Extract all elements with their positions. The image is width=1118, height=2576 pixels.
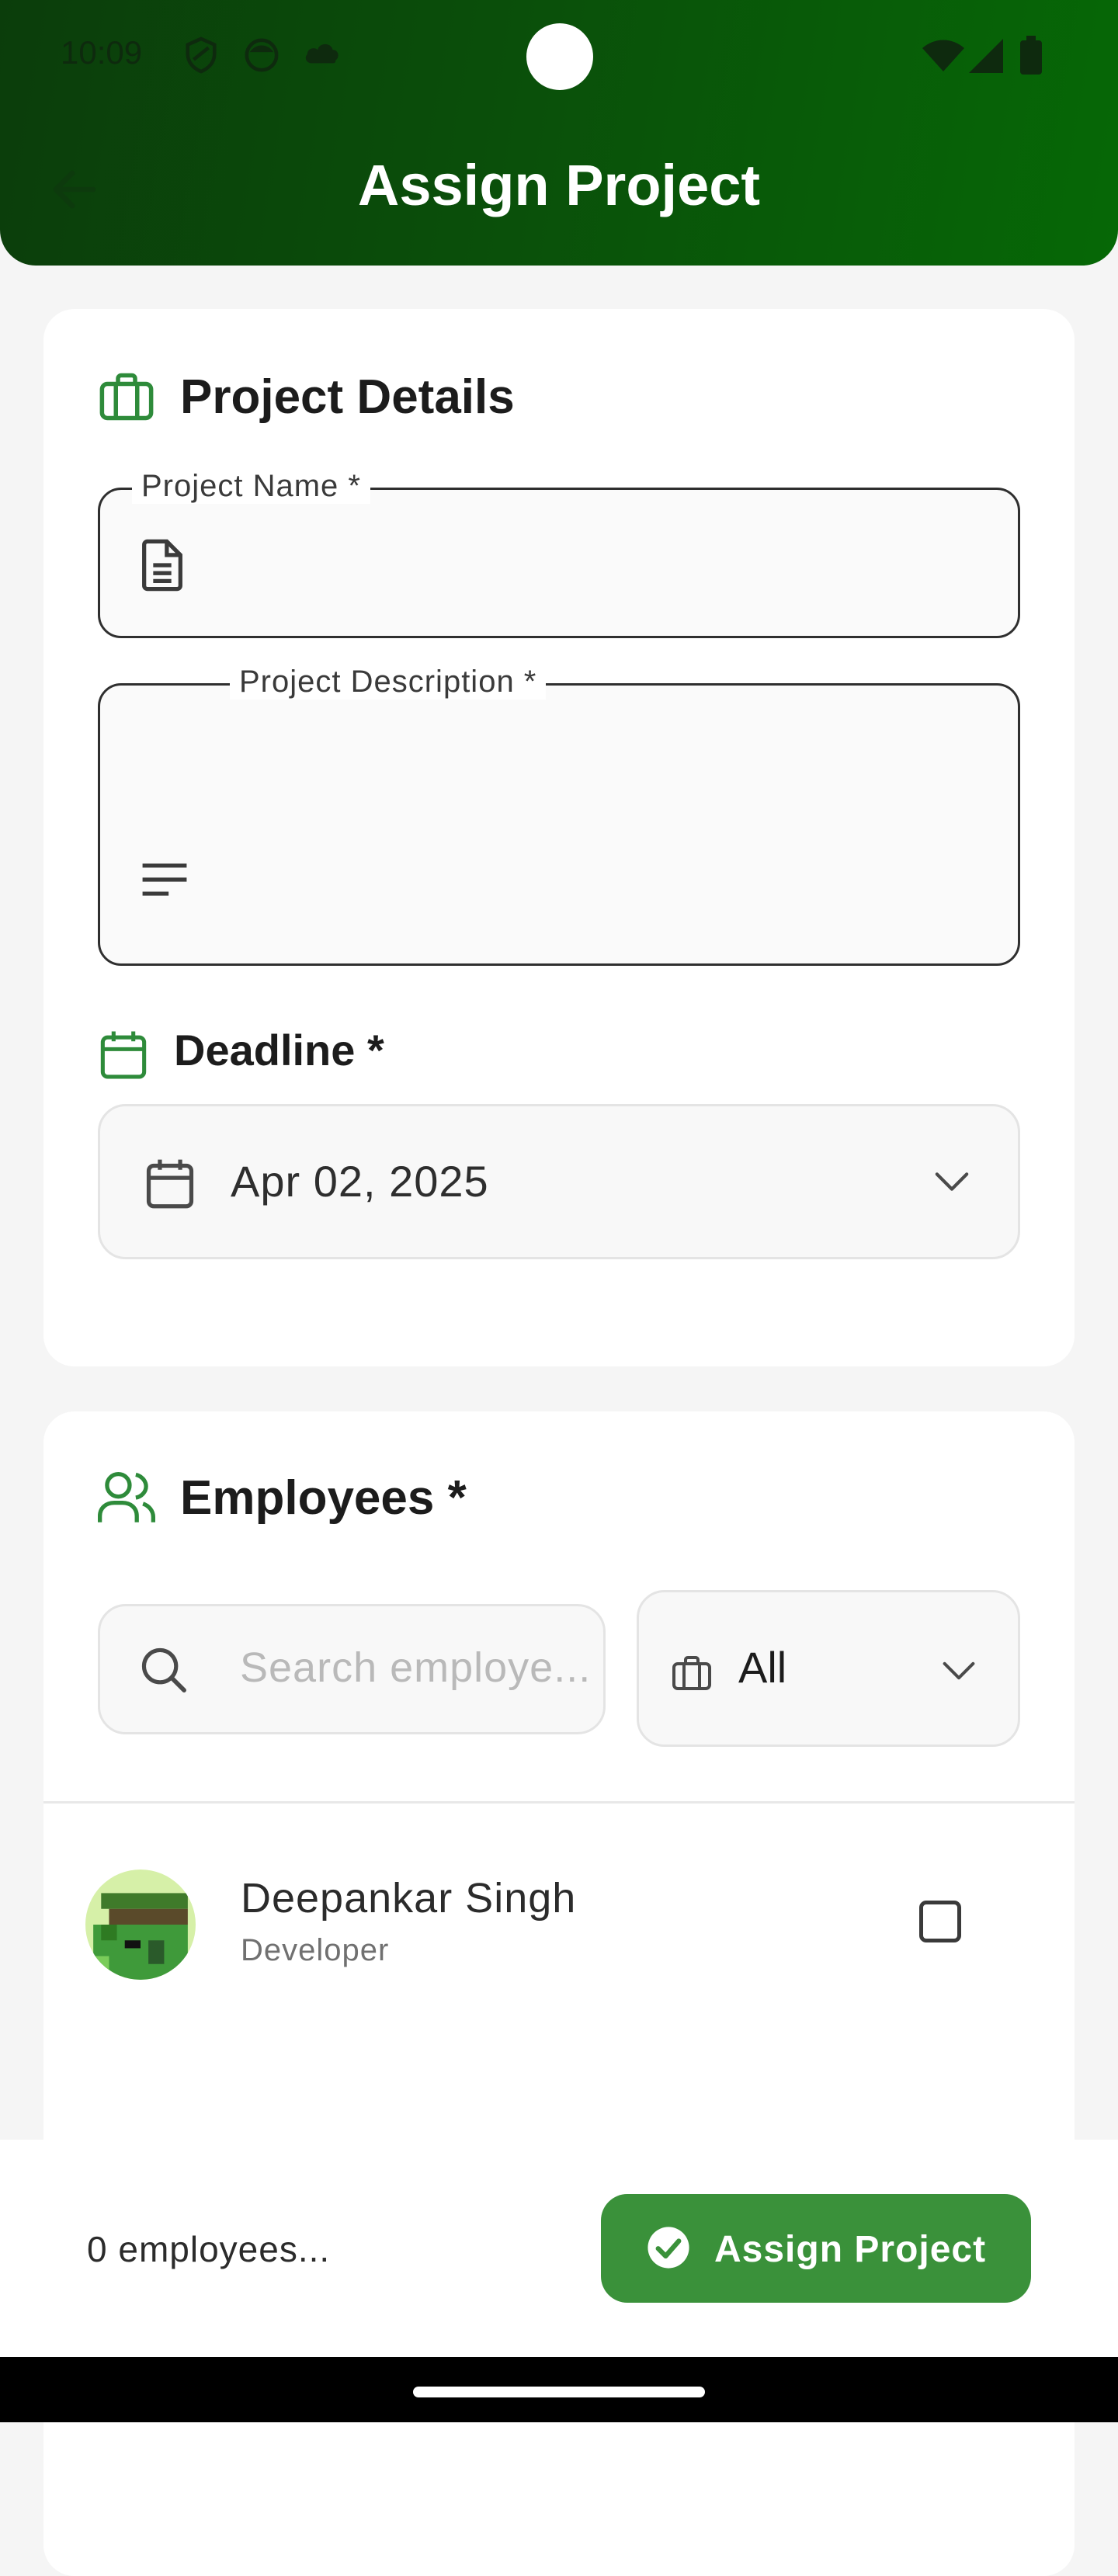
project-name-label: Project Name * — [132, 469, 370, 504]
home-indicator[interactable] — [413, 2387, 705, 2397]
calendar-small-icon — [146, 1159, 194, 1209]
assign-project-button[interactable]: Assign Project — [601, 2194, 1031, 2303]
check-circle-icon — [648, 2227, 689, 2269]
employee-select-checkbox[interactable] — [919, 1901, 961, 1942]
employee-role: Developer — [241, 1933, 390, 1967]
deadline-value: Apr 02, 2025 — [231, 1157, 489, 1206]
document-icon — [142, 539, 182, 592]
selected-count: 0 employees... — [87, 2229, 331, 2269]
chevron-down-icon — [935, 1172, 969, 1191]
face-status-icon — [245, 38, 279, 72]
cloud-status-icon — [305, 43, 339, 64]
employee-list-item[interactable]: Deepankar Singh Developer — [43, 1846, 1075, 1994]
text-lines-icon — [142, 863, 187, 896]
shield-status-icon — [186, 36, 217, 74]
signal-icon — [969, 39, 1003, 73]
project-description-field[interactable] — [98, 683, 1020, 966]
search-placeholder: Search employe... — [240, 1644, 592, 1691]
employee-name: Deepankar Singh — [241, 1875, 577, 1922]
department-filter-dropdown[interactable]: All — [637, 1590, 1020, 1747]
project-details-title: Project Details — [180, 370, 515, 424]
app-header: 10:09 Assign Project — [0, 0, 1118, 266]
employee-avatar — [85, 1870, 196, 1980]
briefcase-icon — [99, 373, 154, 421]
briefcase-small-icon — [672, 1656, 711, 1690]
page-title: Assign Project — [357, 153, 761, 217]
employee-search-input[interactable]: Search employe... — [98, 1604, 606, 1734]
users-icon — [98, 1471, 155, 1522]
search-icon — [141, 1647, 186, 1692]
camera-cutout — [526, 23, 593, 90]
list-divider — [43, 1801, 1075, 1804]
project-name-field[interactable] — [98, 488, 1020, 638]
status-time: 10:09 — [61, 34, 143, 71]
employees-title: Employees * — [180, 1471, 467, 1525]
calendar-icon — [100, 1031, 147, 1079]
deadline-picker[interactable]: Apr 02, 2025 — [98, 1104, 1020, 1259]
assign-project-label: Assign Project — [714, 2229, 987, 2270]
deadline-title: Deadline * — [174, 1026, 384, 1074]
project-details-card: Project Details Project Name * Project D… — [43, 309, 1075, 1366]
filter-value: All — [738, 1643, 787, 1692]
chevron-down-icon — [943, 1661, 975, 1680]
project-description-label: Project Description * — [230, 665, 547, 700]
battery-icon — [1020, 36, 1042, 75]
wifi-icon — [922, 40, 964, 71]
